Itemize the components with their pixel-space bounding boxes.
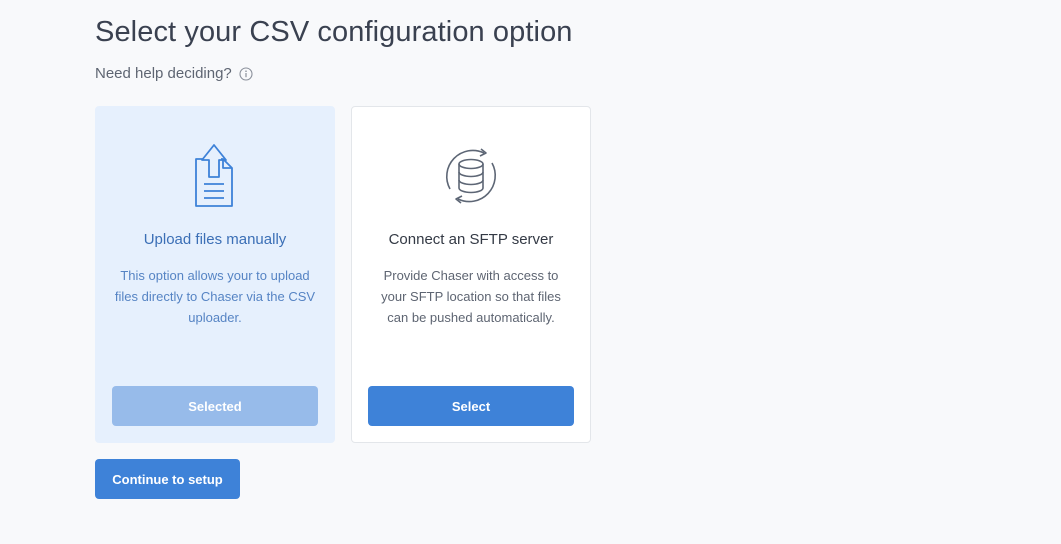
option-title: Upload files manually — [143, 231, 287, 248]
select-button[interactable]: Select — [368, 386, 574, 426]
page-title: Select your CSV configuration option — [95, 16, 573, 48]
option-description: This option allows your to upload files … — [114, 268, 316, 325]
file-upload-icon — [96, 141, 334, 211]
option-title: Connect an SFTP server — [388, 231, 554, 248]
database-sync-icon — [352, 141, 590, 211]
help-deciding[interactable]: Need help deciding? — [95, 64, 253, 84]
option-description: Provide Chaser with access to your SFTP … — [381, 268, 561, 325]
selected-button[interactable]: Selected — [112, 386, 318, 426]
info-icon[interactable] — [239, 67, 253, 81]
help-text: Need help deciding? — [95, 65, 232, 82]
csv-config-page: Select your CSV configuration option Nee… — [0, 0, 1061, 544]
option-card-sftp[interactable]: Connect an SFTP server Provide Chaser wi… — [351, 106, 591, 443]
continue-to-setup-button[interactable]: Continue to setup — [95, 459, 240, 499]
option-card-upload-manual[interactable]: Upload files manually This option allows… — [95, 106, 335, 443]
